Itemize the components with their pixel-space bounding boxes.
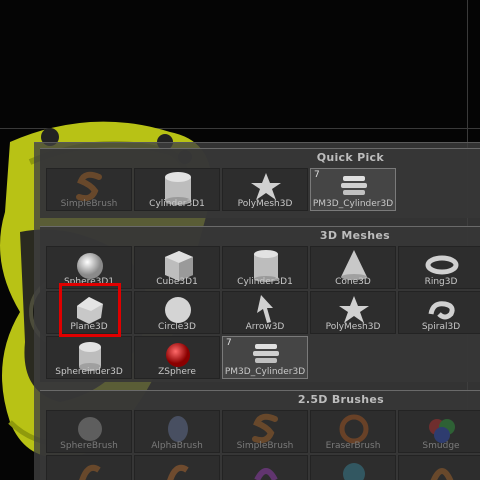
- mesh-polymesh3d-label: PolyMesh3D: [325, 322, 381, 332]
- brush-alphabrush-label: AlphaBrush: [151, 441, 203, 451]
- mesh-cylinder3d1[interactable]: Cylinder3D1: [222, 246, 308, 289]
- brush-simplebrush[interactable]: SimpleBrush: [222, 410, 308, 453]
- brush-spherebrush-label: SphereBrush: [60, 441, 118, 451]
- brush-row2-item3[interactable]: [222, 455, 308, 480]
- quick-pick-cylinder3d1-label: Cylinder3D1: [149, 199, 205, 209]
- brush-row2-item4[interactable]: [310, 455, 396, 480]
- mesh-pm3d-cylinder3d[interactable]: 7 PM3D_Cylinder3D: [222, 336, 308, 379]
- brush-smudge[interactable]: Smudge: [398, 410, 480, 453]
- quick-pick-pm3d-label: PM3D_Cylinder3D: [312, 199, 394, 209]
- mesh-arrow3d-label: Arrow3D: [245, 322, 285, 332]
- mesh-circle3d[interactable]: Circle3D: [134, 291, 220, 334]
- mesh-cylinder3d1-label: Cylinder3D1: [237, 277, 293, 287]
- viewport-canvas[interactable]: Quick Pick SimpleBrush Cylinder3D1 PolyM…: [0, 0, 480, 480]
- mesh-circle3d-label: Circle3D: [158, 322, 196, 332]
- quick-pick-pm3d-cylinder3d[interactable]: 7 PM3D_Cylinder3D: [310, 168, 396, 211]
- quick-pick-simplebrush-label: SimpleBrush: [60, 199, 118, 209]
- meshes-3d-title: 3D Meshes: [319, 229, 390, 242]
- mesh-pm3d-label: PM3D_Cylinder3D: [224, 367, 306, 377]
- mesh-cone3d[interactable]: Cone3D: [310, 246, 396, 289]
- brush-thumbnail-icon: [343, 463, 365, 480]
- mesh-cone3d-label: Cone3D: [335, 277, 371, 287]
- brush-simplebrush-label: SimpleBrush: [236, 441, 294, 451]
- brushes-25d-title: 2.5D Brushes: [297, 393, 384, 406]
- brush-row2-item1[interactable]: [46, 455, 132, 480]
- mesh-spiral3d[interactable]: Spiral3D: [398, 291, 480, 334]
- mesh-zsphere-label: ZSphere: [158, 367, 196, 377]
- mesh-polymesh3d[interactable]: PolyMesh3D: [310, 291, 396, 334]
- brush-thumbnail-icon: [430, 468, 454, 480]
- brush-row2-item5[interactable]: [398, 455, 480, 480]
- brush-thumbnail-icon: [167, 464, 189, 480]
- brushes-25d-section: 2.5D Brushes SphereBrush AlphaBrush Simp…: [40, 390, 480, 480]
- quick-pick-polymesh3d-label: PolyMesh3D: [237, 199, 293, 209]
- mesh-sphereinder3d[interactable]: Sphereinder3D: [46, 336, 132, 379]
- brush-smudge-label: Smudge: [422, 441, 460, 451]
- quick-pick-polymesh3d[interactable]: PolyMesh3D: [222, 168, 308, 211]
- quick-pick-title: Quick Pick: [316, 151, 384, 164]
- mesh-arrow3d[interactable]: Arrow3D: [222, 291, 308, 334]
- brush-spherebrush[interactable]: SphereBrush: [46, 410, 132, 453]
- brush-thumbnail-icon: [254, 468, 278, 480]
- mesh-cube3d1-label: Cube3D1: [156, 277, 198, 287]
- brush-row2-item2[interactable]: [134, 455, 220, 480]
- brush-eraserbrush-label: EraserBrush: [325, 441, 381, 451]
- mesh-ring3d-label: Ring3D: [424, 277, 458, 287]
- brush-alphabrush[interactable]: AlphaBrush: [134, 410, 220, 453]
- brush-eraserbrush[interactable]: EraserBrush: [310, 410, 396, 453]
- mesh-spiral3d-label: Spiral3D: [421, 322, 461, 332]
- mesh-sphereinder3d-label: Sphereinder3D: [55, 367, 123, 377]
- quick-pick-cylinder3d1[interactable]: Cylinder3D1: [134, 168, 220, 211]
- plane3d-highlight-box: [59, 283, 121, 337]
- mesh-cube3d1[interactable]: Cube3D1: [134, 246, 220, 289]
- quick-pick-section: Quick Pick SimpleBrush Cylinder3D1 PolyM…: [40, 148, 480, 218]
- quick-pick-simplebrush[interactable]: SimpleBrush: [46, 168, 132, 211]
- mesh-ring3d[interactable]: Ring3D: [398, 246, 480, 289]
- mesh-zsphere[interactable]: ZSphere: [134, 336, 220, 379]
- brush-thumbnail-icon: [79, 464, 101, 480]
